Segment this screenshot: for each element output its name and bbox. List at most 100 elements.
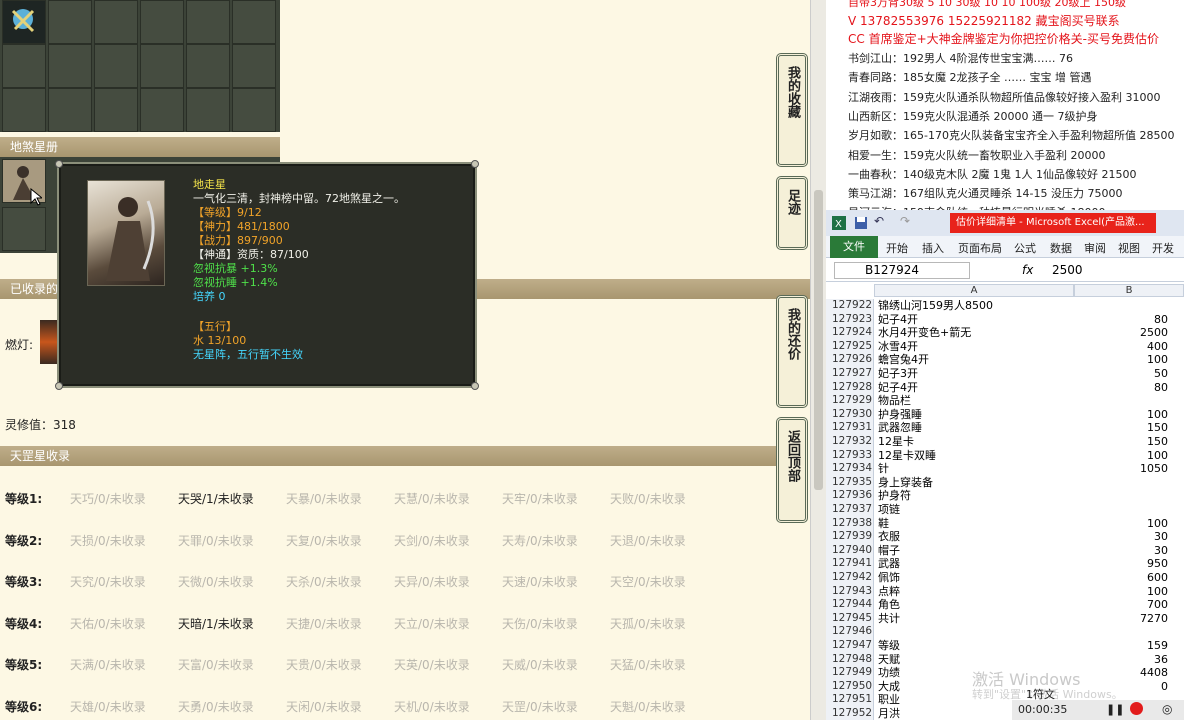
tab-page-layout[interactable]: 页面布局 [958,240,1002,256]
item-slot[interactable] [48,88,92,132]
row-number[interactable]: 127941 [826,557,874,572]
sheet-row[interactable]: 127940 帽子 30 [826,543,1184,558]
cell-b[interactable]: 600 [1074,571,1168,584]
star-entry[interactable]: 天勇/0/未收录 [178,698,254,715]
cell-a[interactable]: 冰雪4开 [878,340,918,353]
item-slot[interactable] [140,44,184,88]
cell-a[interactable]: 点粹 [878,585,900,598]
cell-a[interactable]: 锦绣山河159男人8500 [878,299,993,312]
row-number[interactable]: 127928 [826,380,874,395]
column-header-b[interactable]: B [1074,284,1184,297]
item-slot[interactable] [94,44,138,88]
star-entry[interactable]: 天魁/0/未收录 [610,698,686,715]
name-box[interactable]: B127924 [834,262,970,279]
tab-file[interactable]: 文件 [830,236,878,258]
sheet-row[interactable]: 127946 [826,625,1184,640]
sheet-row[interactable]: 127925 冰雪4开 400 [826,339,1184,354]
sheet-row[interactable]: 127926 蟾宫兔4开 100 [826,353,1184,368]
tab-data[interactable]: 数据 [1050,240,1072,256]
row-number[interactable]: 127951 [826,693,874,708]
cell-a[interactable]: 护身符 [878,489,911,502]
camera-icon[interactable]: ◎ [1162,702,1172,716]
cell-a[interactable]: 功绩 [878,666,900,679]
star-entry[interactable]: 天威/0/未收录 [502,656,578,673]
cell-a[interactable]: 妃子3开 [878,367,918,380]
item-slot[interactable] [94,0,138,44]
sheet-row[interactable]: 127922 锦绣山河159男人8500 [826,299,1184,313]
row-number[interactable]: 127940 [826,543,874,558]
star-entry[interactable]: 天牢/0/未收录 [502,490,578,507]
sheet-row[interactable]: 127932 12星卡 150 [826,435,1184,449]
star-entry[interactable]: 天微/0/未收录 [178,573,254,590]
row-number[interactable]: 127938 [826,516,874,531]
star-entry[interactable]: 天剑/0/未收录 [394,532,470,549]
sheet-row[interactable]: 127928 妃子4开 80 [826,380,1184,395]
row-number[interactable]: 127929 [826,394,874,409]
cell-a[interactable]: 天赋 [878,653,900,666]
row-number[interactable]: 127949 [826,666,874,681]
item-slot[interactable] [186,0,230,44]
row-number[interactable]: 127945 [826,611,874,626]
cell-a[interactable]: 武器 [878,557,900,570]
item-slot[interactable] [232,0,276,44]
item-slot[interactable] [232,44,276,88]
item-slot[interactable] [186,88,230,132]
star-entry[interactable]: 天损/0/未收录 [70,532,146,549]
cell-a[interactable]: 物品栏 [878,394,911,407]
lamp-icon[interactable] [40,320,58,364]
cell-b[interactable]: 36 [1074,653,1168,666]
star-entry[interactable]: 天立/0/未收录 [394,615,470,632]
sheet-row[interactable]: 127941 武器 950 [826,557,1184,572]
cell-a[interactable]: 蟾宫兔4开 [878,353,929,366]
star-entry[interactable]: 天罡/0/未收录 [502,698,578,715]
row-number[interactable]: 127950 [826,679,874,694]
star-entry[interactable]: 天猛/0/未收录 [610,656,686,673]
tab-view[interactable]: 视图 [1118,240,1140,256]
cell-a[interactable]: 共计 [878,612,900,625]
sheet-row[interactable]: 127945 共计 7270 [826,611,1184,626]
tab-insert[interactable]: 插入 [922,240,944,256]
cell-a[interactable]: 妃子4开 [878,381,918,394]
cell-b[interactable]: 100 [1074,585,1168,598]
back-to-top-button[interactable]: 返回顶部 [776,417,808,523]
sheet-row[interactable]: 127936 护身符 [826,489,1184,504]
row-number[interactable]: 127922 [826,299,874,313]
cell-a[interactable]: 妃子4开 [878,313,918,326]
cell-b[interactable]: 50 [1074,367,1168,380]
star-entry[interactable]: 天巧/0/未收录 [70,490,146,507]
row-number[interactable]: 127937 [826,503,874,517]
star-slot[interactable] [2,207,46,251]
row-number[interactable]: 127943 [826,584,874,599]
row-number[interactable]: 127926 [826,353,874,368]
scrollbar-thumb[interactable] [814,190,823,490]
sheet-row[interactable]: 127947 等级 159 [826,639,1184,653]
cell-a[interactable]: 项链 [878,503,900,516]
cell-b[interactable]: 100 [1074,353,1168,366]
sheet-row[interactable]: 127943 点粹 100 [826,584,1184,599]
item-slot[interactable] [140,0,184,44]
row-number[interactable]: 127924 [826,326,874,341]
cell-b[interactable]: 30 [1074,530,1168,543]
sheet-row[interactable]: 127944 角色 700 [826,598,1184,613]
cell-b[interactable]: 2500 [1074,326,1168,339]
row-number[interactable]: 127936 [826,489,874,504]
cell-b[interactable]: 700 [1074,598,1168,611]
row-number[interactable]: 127931 [826,421,874,436]
formula-value[interactable]: 2500 [1052,263,1083,277]
cell-b[interactable]: 100 [1074,449,1168,462]
row-number[interactable]: 127946 [826,625,874,640]
cell-a[interactable]: 武器忽睡 [878,421,922,434]
row-number[interactable]: 127944 [826,598,874,613]
my-favorites-button[interactable]: 我的收藏 [776,53,808,167]
star-entry[interactable]: 天罪/0/未收录 [178,532,254,549]
star-entry[interactable]: 天速/0/未收录 [502,573,578,590]
star-entry[interactable]: 天寿/0/未收录 [502,532,578,549]
sheet-row[interactable]: 127948 天赋 36 [826,652,1184,667]
star-entry[interactable]: 天闲/0/未收录 [286,698,362,715]
sheet-row[interactable]: 127938 鞋 100 [826,516,1184,531]
row-number[interactable]: 127927 [826,367,874,381]
undo-icon[interactable]: ↶ [874,214,884,228]
star-entry[interactable]: 天空/0/未收录 [610,573,686,590]
sheet-row[interactable]: 127927 妃子3开 50 [826,367,1184,381]
row-number[interactable]: 127934 [826,462,874,477]
